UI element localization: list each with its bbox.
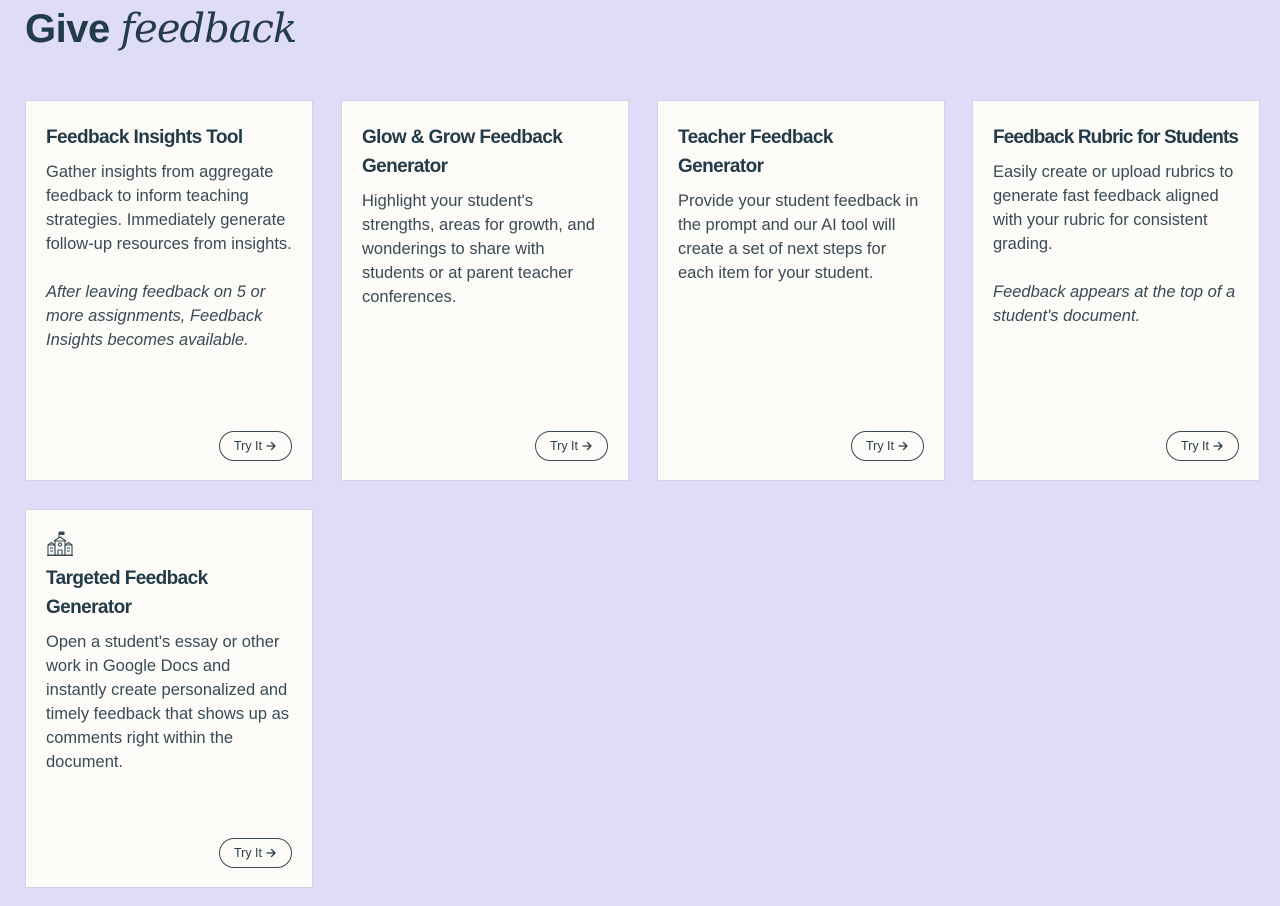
arrow-right-icon (266, 848, 277, 858)
try-it-button[interactable]: Try It (218, 431, 292, 461)
arrow-right-icon (898, 441, 909, 451)
try-it-label: Try It (1180, 439, 1209, 453)
try-it-label: Try It (233, 439, 262, 453)
try-it-button[interactable]: Try It (534, 431, 608, 461)
card-teacher-feedback-generator: Teacher Feedback Generator Provide your … (657, 100, 945, 481)
arrow-right-icon (582, 441, 593, 451)
try-it-button[interactable]: Try It (218, 838, 292, 868)
card-title: Teacher Feedback Generator (678, 127, 833, 177)
page-title: Give feedback (25, 4, 297, 54)
try-it-label: Try It (233, 846, 262, 860)
card-description: Highlight your student's strengths, area… (362, 192, 595, 306)
card-glow-grow-feedback-generator: Glow & Grow Feedback Generator Highlight… (341, 100, 629, 481)
try-it-button[interactable]: Try It (1165, 431, 1239, 461)
try-it-button[interactable]: Try It (850, 431, 924, 461)
card-description: Gather insights from aggregate feedback … (46, 163, 292, 253)
card-title: Feedback Rubric for Students (993, 127, 1239, 148)
card-title: Feedback Insights Tool (46, 127, 243, 148)
card-note: Feedback appears at the top of a student… (993, 283, 1236, 325)
try-it-label: Try It (549, 439, 578, 453)
card-feedback-rubric-for-students: Feedback Rubric for Students Easily crea… (972, 100, 1260, 481)
card-note: After leaving feedback on 5 or more assi… (46, 283, 266, 349)
card-title: Glow & Grow Feedback Generator (362, 127, 563, 177)
try-it-label: Try It (865, 439, 894, 453)
card-description: Easily create or upload rubrics to gener… (993, 163, 1234, 253)
card-title: Targeted Feedback Generator (46, 568, 208, 618)
card-feedback-insights-tool: Feedback Insights Tool Gather insights f… (25, 100, 313, 481)
page-title-italic: feedback (120, 6, 297, 52)
school-building-icon (46, 530, 74, 558)
arrow-right-icon (1213, 441, 1224, 451)
card-targeted-feedback-generator: Targeted Feedback Generator Open a stude… (25, 509, 313, 888)
arrow-right-icon (266, 441, 277, 451)
card-description: Provide your student feedback in the pro… (678, 192, 919, 282)
card-description: Open a student's essay or other work in … (46, 633, 290, 771)
page-title-plain: Give (25, 7, 110, 51)
